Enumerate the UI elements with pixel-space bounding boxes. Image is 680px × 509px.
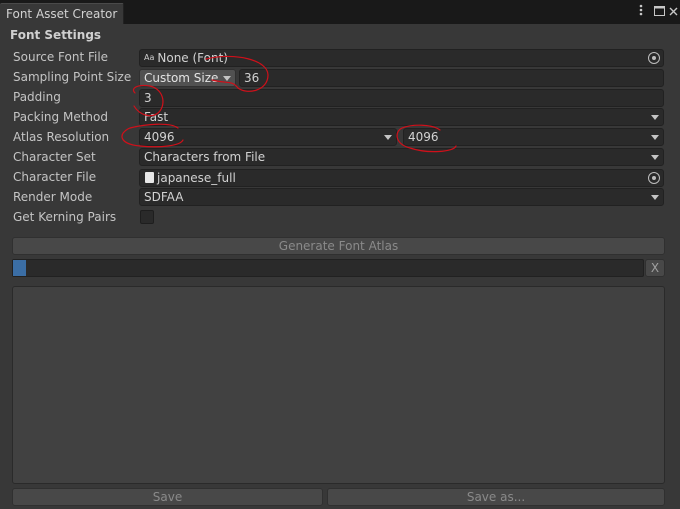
render-value: SDFAA <box>144 190 184 204</box>
source-font-label: Source Font File <box>13 50 109 64</box>
row-kerning: Get Kerning Pairs <box>0 208 680 228</box>
render-label: Render Mode <box>13 190 93 204</box>
padding-input[interactable]: 3 <box>139 89 664 107</box>
chevron-down-icon <box>651 155 659 160</box>
charfile-value: japanese_full <box>157 171 236 185</box>
render-mode-dropdown[interactable]: SDFAA <box>139 188 664 206</box>
charset-label: Character Set <box>13 150 96 164</box>
close-icon[interactable] <box>667 4 680 20</box>
atlas-height-dropdown[interactable]: 4096 <box>403 128 664 146</box>
chevron-down-icon <box>651 115 659 120</box>
packing-label: Packing Method <box>13 110 108 124</box>
atlas-width-value: 4096 <box>144 130 175 144</box>
save-button[interactable]: Save <box>12 488 323 506</box>
sampling-size-value: 36 <box>244 71 260 85</box>
atlas-label: Atlas Resolution <box>13 130 110 144</box>
padding-label: Padding <box>13 90 61 104</box>
generate-label: Generate Font Atlas <box>278 239 399 253</box>
row-sampling-point-size: Sampling Point Size Custom Size 36 <box>0 68 680 88</box>
object-picker-icon[interactable] <box>648 172 660 184</box>
save-as-label: Save as... <box>466 490 526 504</box>
chevron-down-icon <box>384 135 392 140</box>
atlas-preview-area <box>12 286 665 484</box>
sampling-label: Sampling Point Size <box>13 70 132 84</box>
row-character-set: Character Set Characters from File <box>0 148 680 168</box>
kerning-checkbox[interactable] <box>140 210 154 224</box>
padding-value: 3 <box>144 91 152 105</box>
section-title: Font Settings <box>10 28 102 42</box>
packing-method-dropdown[interactable]: Fast <box>139 108 664 126</box>
row-character-file: Character File japanese_full <box>0 168 680 188</box>
kebab-menu-icon[interactable] <box>636 4 646 20</box>
row-padding: Padding 3 <box>0 88 680 108</box>
save-as-button[interactable]: Save as... <box>327 488 665 506</box>
text-file-icon <box>145 172 154 183</box>
cancel-label: X <box>650 261 660 275</box>
tab-title: Font Asset Creator <box>6 7 118 21</box>
sampling-size-input[interactable]: 36 <box>239 69 664 87</box>
sampling-mode-value: Custom Size <box>144 71 219 85</box>
chevron-down-icon <box>223 76 231 81</box>
chevron-down-icon <box>651 135 659 140</box>
progress-fill <box>13 260 26 276</box>
row-render-mode: Render Mode SDFAA <box>0 188 680 208</box>
cancel-button[interactable]: X <box>645 259 665 277</box>
row-packing-method: Packing Method Fast <box>0 108 680 128</box>
packing-value: Fast <box>144 110 169 124</box>
atlas-width-dropdown[interactable]: 4096 <box>139 128 397 146</box>
chevron-down-icon <box>651 195 659 200</box>
maximize-icon[interactable] <box>652 4 666 20</box>
tab-font-asset-creator[interactable]: Font Asset Creator <box>0 3 124 24</box>
sampling-mode-dropdown[interactable]: Custom Size <box>139 69 236 87</box>
atlas-height-value: 4096 <box>408 130 439 144</box>
source-font-field[interactable]: Aa None (Font) <box>139 49 664 67</box>
row-source-font: Source Font File Aa None (Font) <box>0 48 680 68</box>
progress-bar <box>12 259 644 277</box>
row-atlas-resolution: Atlas Resolution 4096 4096 <box>0 128 680 148</box>
source-font-value: None (Font) <box>157 51 228 65</box>
character-set-dropdown[interactable]: Characters from File <box>139 148 664 166</box>
charset-value: Characters from File <box>144 150 266 164</box>
save-label: Save <box>152 490 183 504</box>
window-titlebar: Font Asset Creator <box>0 0 680 24</box>
font-asset-icon: Aa <box>144 53 155 62</box>
kerning-label: Get Kerning Pairs <box>13 210 117 224</box>
object-picker-icon[interactable] <box>648 52 660 64</box>
character-file-field[interactable]: japanese_full <box>139 169 664 187</box>
charfile-label: Character File <box>13 170 97 184</box>
generate-font-atlas-button[interactable]: Generate Font Atlas <box>12 237 665 255</box>
